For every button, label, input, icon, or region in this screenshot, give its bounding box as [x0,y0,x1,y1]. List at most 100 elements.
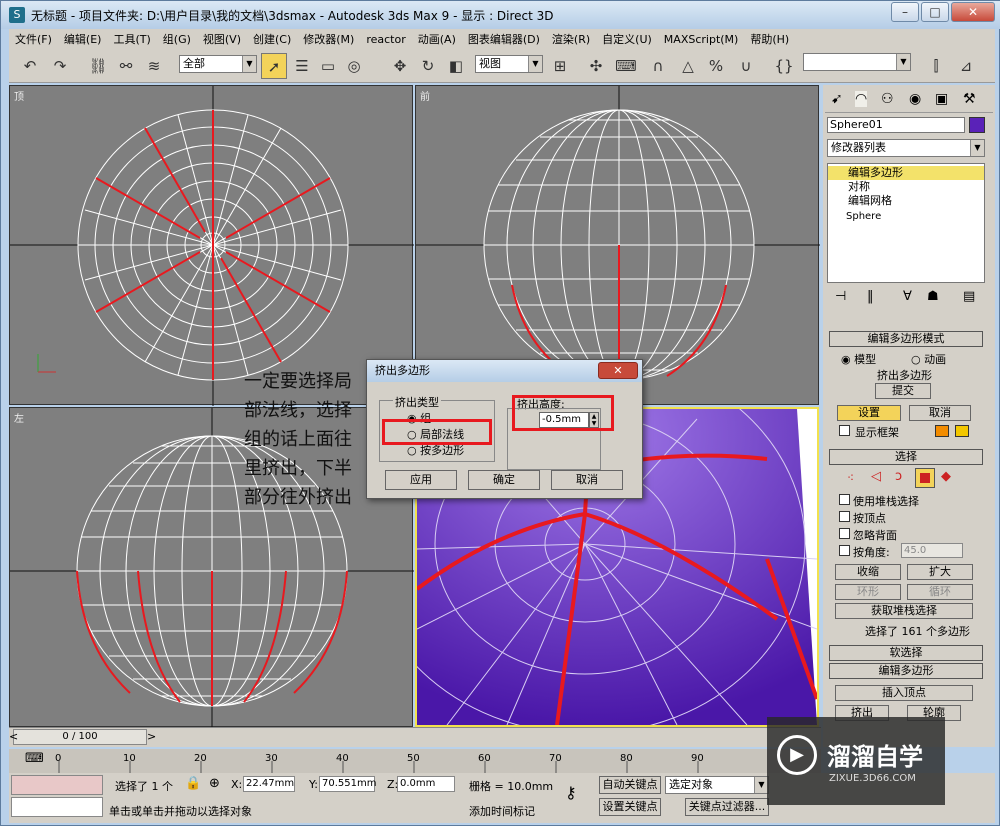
shrink-button[interactable]: 收缩 [835,564,901,580]
settings-button[interactable]: 设置 [837,405,901,421]
menu-rendering[interactable]: 渲染(R) [546,29,596,49]
bind-space-warp-icon[interactable]: ≋ [141,53,167,79]
stack-item-sphere[interactable]: Sphere [828,210,984,224]
viewport-front[interactable]: 前 [415,85,820,406]
dialog-cancel-button[interactable]: 取消 [551,470,623,490]
show-end-result-icon[interactable]: ‖ [867,289,874,304]
key-icon[interactable]: ⚷ [565,783,577,802]
snap-toggle-icon[interactable]: ∩ [645,53,671,79]
menu-customize[interactable]: 自定义(U) [596,29,658,49]
percent-snap-icon[interactable]: % [703,53,729,79]
menu-maxscript[interactable]: MAXScript(M) [658,31,745,48]
align-icon[interactable]: ⊿ [953,53,979,79]
loop-button[interactable]: 循环 [907,584,973,600]
apply-button[interactable]: 应用 [385,470,457,490]
ignore-backfacing-checkbox[interactable] [839,528,850,539]
keyboard-override-icon[interactable]: ⌨ [613,53,639,79]
commit-button[interactable]: 提交 [875,383,931,399]
set-key-button[interactable]: 设置关键点 [599,798,661,816]
menu-modifiers[interactable]: 修改器(M) [297,29,360,49]
angle-input[interactable]: 45.0 [901,543,963,558]
angle-snap-icon[interactable]: △ [675,53,701,79]
move-icon[interactable]: ✥ [387,53,413,79]
rollout-selection[interactable]: 选择 [829,449,983,465]
select-manipulate-icon[interactable]: ✣ [583,53,609,79]
key-target-dropdown[interactable]: 选定对象 ▼ [665,776,769,794]
border-mode-icon[interactable]: ↄ [895,469,902,484]
create-tab-icon[interactable]: ➹ [831,91,843,107]
menu-file[interactable]: 文件(F) [9,29,58,49]
rotate-icon[interactable]: ↻ [415,53,441,79]
menu-create[interactable]: 创建(C) [247,29,297,49]
edge-mode-icon[interactable]: ◁ [871,469,881,484]
by-stack-checkbox[interactable] [839,494,850,505]
stack-item-edit-mesh[interactable]: 编辑网格 [828,194,984,208]
unlink-icon[interactable]: ⚯ [113,53,139,79]
hierarchy-tab-icon[interactable]: ⚇ [881,91,894,107]
ref-coord-dropdown[interactable]: 视图 ▼ [475,55,543,73]
radio-animate[interactable]: ○ 动画 [911,351,946,367]
remove-modifier-icon[interactable]: ☗ [927,289,939,304]
utilities-tab-icon[interactable]: ⚒ [963,91,976,107]
rollout-edit-poly-mode[interactable]: 编辑多边形模式 [829,331,983,347]
cage-color-swatch-2[interactable] [955,425,969,437]
pivot-center-icon[interactable]: ⊞ [547,53,573,79]
rollout-soft-selection[interactable]: 软选择 [829,645,983,661]
named-selection-dropdown[interactable]: ▼ [803,53,911,71]
link-icon[interactable]: ⛓ [85,53,111,79]
menu-reactor[interactable]: reactor [360,31,411,48]
frame-counter[interactable]: 0 / 100 [13,729,147,745]
edit-named-selection-icon[interactable]: {} [771,53,797,79]
undo-icon[interactable]: ↶ [17,53,43,79]
dialog-close-button[interactable]: ✕ [598,362,638,379]
object-color-swatch[interactable] [969,117,985,133]
radio-model[interactable]: ◉ 模型 [841,351,876,367]
select-by-name-icon[interactable]: ☰ [289,53,315,79]
select-object-icon[interactable]: ➚ [261,53,287,79]
scale-icon[interactable]: ◧ [443,53,469,79]
menu-edit[interactable]: 编辑(E) [58,29,108,49]
menu-graph-editors[interactable]: 图表编辑器(D) [462,29,546,49]
time-slider[interactable]: 0 / 100 < > [9,727,821,747]
curve-editor-icon[interactable]: ⌨ [25,751,44,766]
vertex-mode-icon[interactable]: ⁖ [847,471,854,485]
element-mode-icon[interactable]: ◆ [941,469,951,484]
configure-sets-icon[interactable]: ▤ [963,289,975,304]
display-tab-icon[interactable]: ▣ [935,91,948,107]
lock-icon[interactable]: 🔒 [185,776,201,791]
polygon-mode-button[interactable] [915,468,935,488]
rollout-edit-polygons[interactable]: 编辑多边形 [829,663,983,679]
redo-icon[interactable]: ↷ [47,53,73,79]
spinner-snap-icon[interactable]: ∪ [733,53,759,79]
modify-tab-icon[interactable]: ◠ [855,91,868,107]
menu-group[interactable]: 组(G) [157,29,197,49]
show-cage-checkbox[interactable] [839,425,850,436]
close-button[interactable]: ✕ [951,2,995,22]
key-filters-button[interactable]: 关键点过滤器... [685,798,769,816]
menu-tools[interactable]: 工具(T) [107,29,156,49]
auto-key-button[interactable]: 自动关键点 [599,776,661,794]
modifier-list-dropdown[interactable]: 修改器列表 ▼ [827,139,985,157]
stack-item-edit-poly[interactable]: 编辑多边形 [828,166,984,180]
menu-animation[interactable]: 动画(A) [412,29,462,49]
by-angle-checkbox[interactable] [839,545,850,556]
ok-button[interactable]: 确定 [468,470,540,490]
y-coordinate-field[interactable]: 70.551mm [319,776,376,792]
object-name-field[interactable]: Sphere01 [827,117,965,133]
maxscript-listener-pink[interactable] [11,775,103,795]
maximize-button[interactable]: □ [921,2,949,22]
by-vertex-checkbox[interactable] [839,511,850,522]
ring-button[interactable]: 环形 [835,584,901,600]
z-coordinate-field[interactable]: 0.0mm [397,776,455,792]
mirror-icon[interactable]: ⫿ [923,53,949,79]
cage-color-swatch-1[interactable] [935,425,949,437]
track-bar[interactable]: ⌨ 0 10 20 30 40 50 60 70 80 90 [9,749,821,773]
pin-stack-icon[interactable]: ⊣ [835,289,846,304]
minimize-button[interactable]: – [891,2,919,22]
x-coordinate-field[interactable]: 22.47mm [243,776,295,792]
insert-vertex-button[interactable]: 插入顶点 [835,685,973,701]
absolute-mode-icon[interactable]: ⊕ [209,776,220,791]
slider-left-arrow[interactable]: < [9,730,18,743]
selection-filter-dropdown[interactable]: 全部 ▼ [179,55,257,73]
maxscript-listener-white[interactable] [11,797,103,817]
